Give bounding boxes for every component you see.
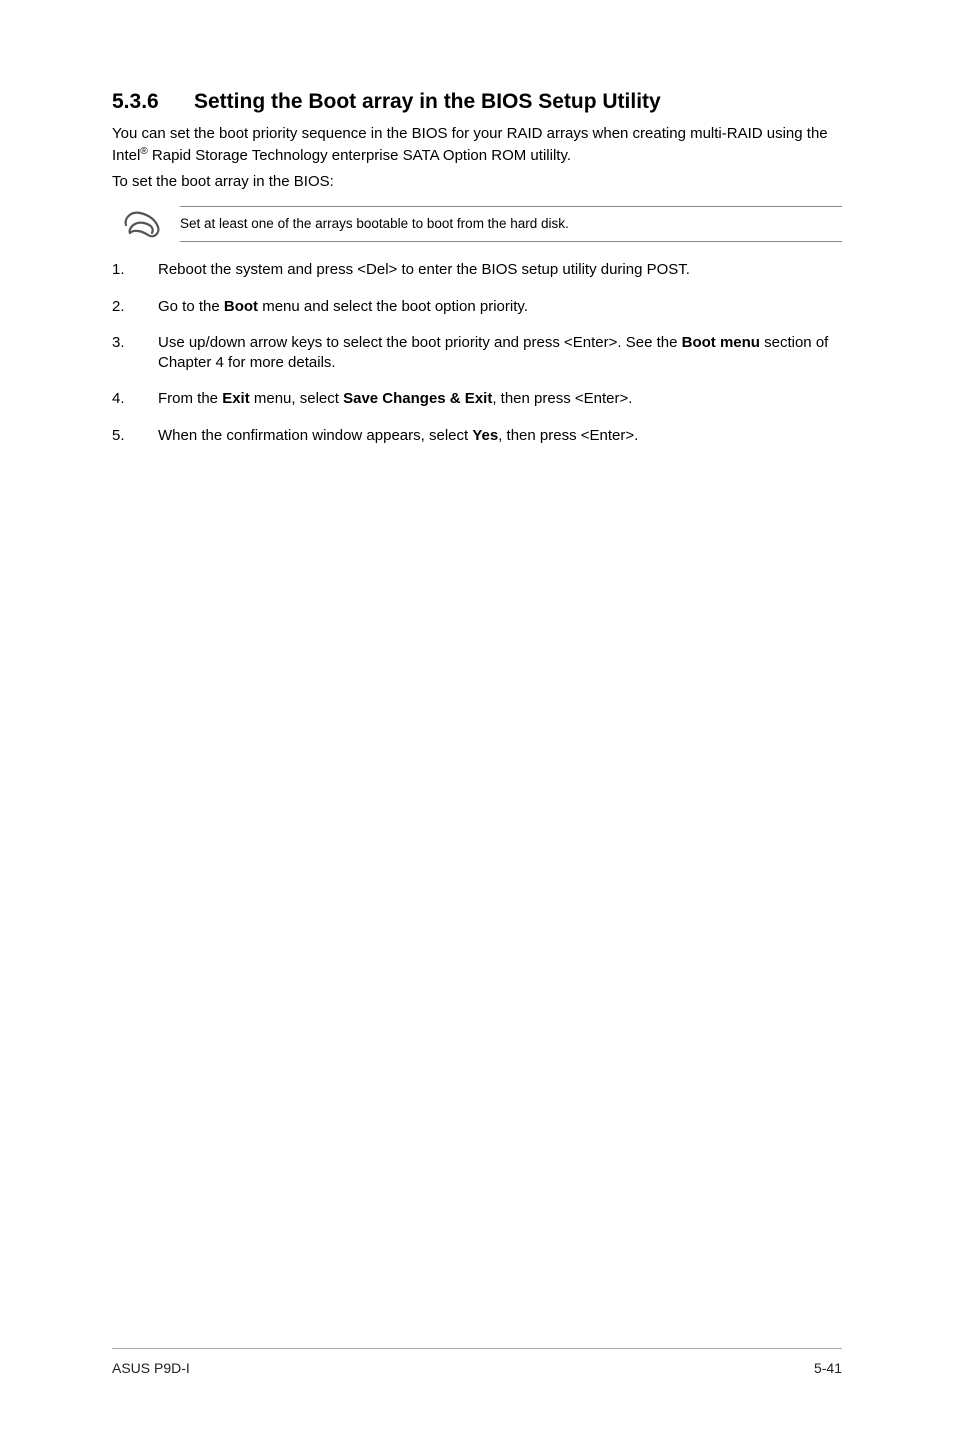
step-item: 3.Use up/down arrow keys to select the b… bbox=[112, 333, 842, 374]
step-item: 1.Reboot the system and press <Del> to e… bbox=[112, 260, 842, 280]
step-text: Reboot the system and press <Del> to ent… bbox=[158, 260, 842, 280]
step-text-part: Reboot the system and press <Del> to ent… bbox=[158, 261, 690, 278]
footer-left: ASUS P9D-I bbox=[112, 1359, 190, 1378]
registered-symbol: ® bbox=[140, 146, 147, 157]
step-text-part: From the bbox=[158, 390, 222, 407]
intro-lead-in: To set the boot array in the BIOS: bbox=[112, 172, 842, 192]
steps-list: 1.Reboot the system and press <Del> to e… bbox=[112, 260, 842, 446]
intro-part-b: Rapid Storage Technology enterprise SATA… bbox=[148, 147, 571, 164]
step-text: Use up/down arrow keys to select the boo… bbox=[158, 333, 842, 374]
step-text-bold: Save Changes & Exit bbox=[343, 390, 492, 407]
step-text: Go to the Boot menu and select the boot … bbox=[158, 297, 842, 317]
step-text-bold: Boot bbox=[224, 298, 258, 315]
step-text-part: , then press <Enter>. bbox=[498, 427, 638, 444]
step-text-part: menu, select bbox=[250, 390, 343, 407]
note-block: Set at least one of the arrays bootable … bbox=[120, 206, 842, 242]
note-text: Set at least one of the arrays bootable … bbox=[180, 216, 569, 231]
step-item: 2.Go to the Boot menu and select the boo… bbox=[112, 297, 842, 317]
step-text-part: Use up/down arrow keys to select the boo… bbox=[158, 334, 682, 351]
footer-right: 5-41 bbox=[814, 1359, 842, 1378]
step-text-part: Go to the bbox=[158, 298, 224, 315]
step-text-bold: Exit bbox=[222, 390, 250, 407]
page-footer: ASUS P9D-I 5-41 bbox=[112, 1348, 842, 1378]
step-text-part: , then press <Enter>. bbox=[492, 390, 632, 407]
step-item: 5.When the confirmation window appears, … bbox=[112, 426, 842, 446]
step-number: 3. bbox=[112, 333, 158, 374]
step-text-bold: Yes bbox=[472, 427, 498, 444]
section-number: 5.3.6 bbox=[112, 88, 194, 116]
note-text-wrap: Set at least one of the arrays bootable … bbox=[180, 206, 842, 242]
step-number: 1. bbox=[112, 260, 158, 280]
paperclip-icon bbox=[120, 207, 162, 241]
step-number: 5. bbox=[112, 426, 158, 446]
step-text-part: menu and select the boot option priority… bbox=[258, 298, 528, 315]
step-number: 2. bbox=[112, 297, 158, 317]
section-heading: 5.3.6Setting the Boot array in the BIOS … bbox=[112, 88, 842, 116]
step-number: 4. bbox=[112, 389, 158, 409]
step-text-part: When the confirmation window appears, se… bbox=[158, 427, 472, 444]
intro-paragraph: You can set the boot priority sequence i… bbox=[112, 124, 842, 166]
step-text: From the Exit menu, select Save Changes … bbox=[158, 389, 842, 409]
step-text-bold: Boot menu bbox=[682, 334, 760, 351]
section-title: Setting the Boot array in the BIOS Setup… bbox=[194, 90, 661, 113]
step-item: 4.From the Exit menu, select Save Change… bbox=[112, 389, 842, 409]
step-text: When the confirmation window appears, se… bbox=[158, 426, 842, 446]
